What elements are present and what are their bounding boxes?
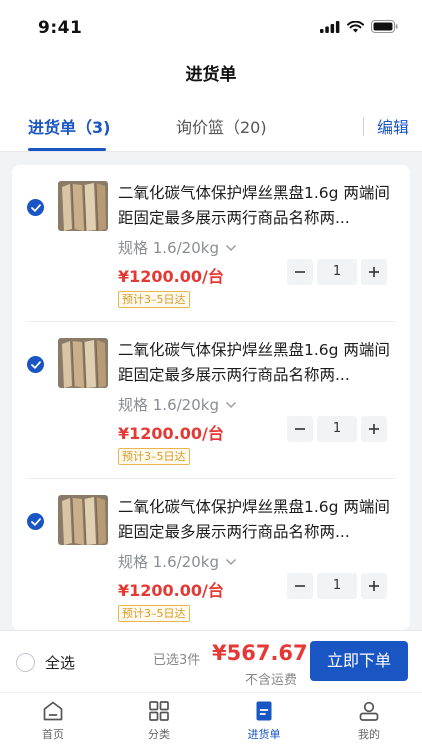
bottom-tab-bar: 首页 分类 进货单 我的 [0,692,422,750]
item-checkbox[interactable] [27,356,44,373]
product-thumbnail[interactable] [58,495,108,545]
minus-icon [295,585,305,587]
chevron-down-icon [225,401,237,408]
quantity-stepper: 1 [287,573,387,599]
minus-icon [295,428,305,430]
product-price: ¥1200.00/台 [118,424,224,443]
tabbar-item-profile[interactable]: 我的 [339,699,399,742]
list-item: 二氧化碳气体保护焊丝黑盘1.6g 两端间距固定最多展示两行商品名称两... 规格… [12,322,410,479]
delivery-eta-badge: 预计3–5日达 [118,448,190,465]
decrease-button[interactable] [287,416,313,442]
check-icon [30,517,41,526]
minus-icon [295,271,305,273]
increase-button[interactable] [361,573,387,599]
product-title[interactable]: 二氧化碳气体保护焊丝黑盘1.6g 两端间距固定最多展示两行商品名称两... [118,495,396,545]
product-spec-label: 规格 1.6/20kg [118,239,219,257]
decrease-button[interactable] [287,259,313,285]
shipping-note: 不含运费 [245,673,298,688]
tabbar-item-home[interactable]: 首页 [23,699,83,742]
tab-inquiry-basket[interactable]: 询价篮（20) [176,114,267,138]
item-checkbox[interactable] [27,513,44,530]
select-all-checkbox[interactable] [16,653,35,672]
user-icon [359,701,379,721]
signal-icon [320,20,340,33]
item-checkbox[interactable] [27,199,44,216]
tabbar-label: 进货单 [247,728,281,741]
product-thumbnail[interactable] [58,181,108,231]
product-thumbnail[interactable] [58,338,108,388]
product-title[interactable]: 二氧化碳气体保护焊丝黑盘1.6g 两端间距固定最多展示两行商品名称两... [118,338,396,388]
checkout-bar: 全选 已选3件 ¥567.67 不含运费 立即下单 [0,630,422,692]
select-all-label[interactable]: 全选 [45,652,75,673]
quantity-input[interactable]: 1 [317,259,357,285]
edit-button[interactable]: 编辑 [377,114,409,138]
plus-icon [369,267,379,277]
quantity-input[interactable]: 1 [317,573,357,599]
product-price: ¥1200.00/台 [118,267,224,286]
grid-icon [149,701,169,721]
tabbar-item-purchase-list[interactable]: 进货单 [234,699,294,742]
document-icon [256,701,272,721]
tabbar-label: 我的 [358,728,380,741]
product-list: 二氧化碳气体保护焊丝黑盘1.6g 两端间距固定最多展示两行商品名称两... 规格… [12,165,410,630]
tabbar-label: 首页 [42,728,64,741]
total-price: ¥567.67 [212,641,308,665]
chevron-down-icon [225,558,237,565]
place-order-button[interactable]: 立即下单 [310,641,408,681]
status-bar: 9:41 [0,0,422,58]
status-icons [320,20,398,33]
product-price: ¥1200.00/台 [118,581,224,600]
product-spec[interactable]: 规格 1.6/20kg [118,394,237,415]
tabbar-label: 分类 [148,728,170,741]
plus-icon [369,581,379,591]
list-item: 二氧化碳气体保护焊丝黑盘1.6g 两端间距固定最多展示两行商品名称两... 规格… [12,479,410,630]
chevron-down-icon [225,244,237,251]
status-time: 9:41 [38,18,83,38]
home-icon [43,701,63,721]
product-spec-label: 规格 1.6/20kg [118,553,219,571]
check-icon [30,360,41,369]
increase-button[interactable] [361,259,387,285]
tabbar-item-category[interactable]: 分类 [129,699,189,742]
product-spec[interactable]: 规格 1.6/20kg [118,237,237,258]
product-spec[interactable]: 规格 1.6/20kg [118,551,237,572]
list-item: 二氧化碳气体保护焊丝黑盘1.6g 两端间距固定最多展示两行商品名称两... 规格… [12,165,410,322]
delivery-eta-badge: 预计3–5日达 [118,291,190,308]
battery-icon [371,20,398,33]
increase-button[interactable] [361,416,387,442]
tab-active-indicator [28,148,106,151]
delivery-eta-badge: 预计3–5日达 [118,605,190,622]
plus-icon [369,424,379,434]
check-icon [30,203,41,212]
quantity-stepper: 1 [287,416,387,442]
tab-purchase-list[interactable]: 进货单（3) [28,114,110,138]
tab-divider [363,117,364,136]
page-title: 进货单 [0,58,422,102]
tab-bar-top: 进货单（3) 询价篮（20) 编辑 [0,102,422,152]
wifi-icon [347,20,364,32]
product-spec-label: 规格 1.6/20kg [118,396,219,414]
selected-count: 已选3件 [153,653,201,668]
decrease-button[interactable] [287,573,313,599]
product-title[interactable]: 二氧化碳气体保护焊丝黑盘1.6g 两端间距固定最多展示两行商品名称两... [118,181,396,231]
quantity-stepper: 1 [287,259,387,285]
quantity-input[interactable]: 1 [317,416,357,442]
